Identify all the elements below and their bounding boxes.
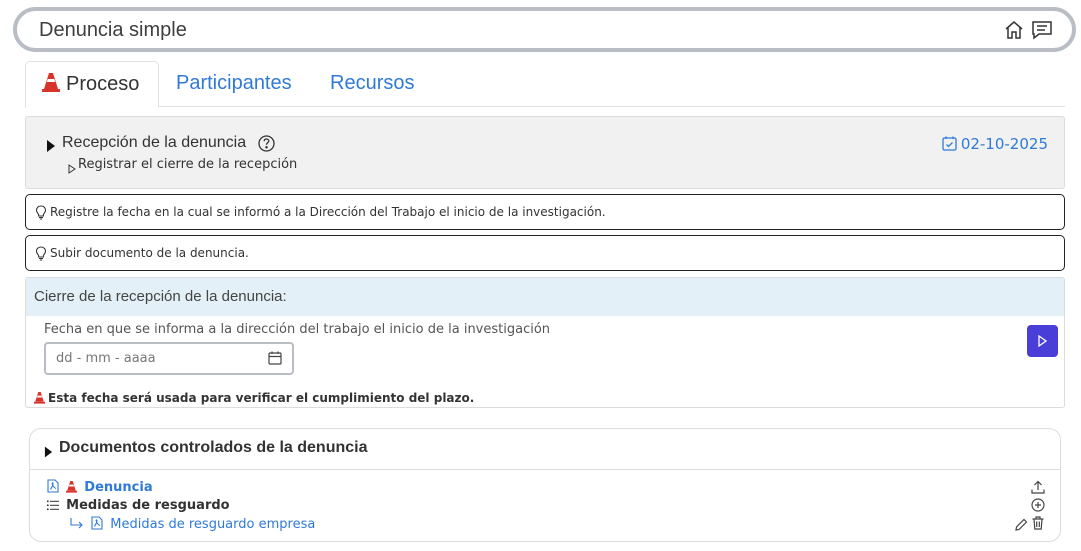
tab-participantes[interactable]: Participantes <box>176 61 292 107</box>
hint-text: Subir documento de la denuncia. <box>50 246 249 260</box>
date-input-placeholder: dd - mm - aaaa <box>56 351 156 366</box>
closure-card: Cierre de la recepción de la denuncia: F… <box>25 277 1065 408</box>
cone-icon <box>42 64 60 108</box>
deadline-note-text: Esta fecha será usada para verificar el … <box>48 391 475 405</box>
step-date: 02-10-2025 <box>942 135 1048 153</box>
calendar-icon[interactable] <box>268 350 282 369</box>
caret-right-icon[interactable] <box>46 137 56 156</box>
hint-box: Subir documento de la denuncia. <box>25 235 1065 271</box>
tab-proceso[interactable]: Proceso <box>25 61 159 108</box>
hint-box: Registre la fecha en la cual se informó … <box>25 194 1065 230</box>
tab-proceso-label: Proceso <box>66 73 140 95</box>
help-icon[interactable] <box>258 135 275 156</box>
document-link-denuncia[interactable]: Denuncia <box>84 480 152 495</box>
lightbulb-icon <box>35 205 47 224</box>
step-panel: Recepción de la denuncia Registrar el ci… <box>25 116 1065 189</box>
documents-header[interactable]: Documentos controlados de la denuncia <box>30 429 1060 470</box>
calendar-check-icon <box>942 136 957 151</box>
upload-icon[interactable] <box>1031 479 1045 498</box>
lightbulb-icon <box>35 246 47 265</box>
tab-bar: Proceso Participantes Recursos <box>25 61 1065 108</box>
step-date-value: 02-10-2025 <box>960 135 1048 153</box>
chat-icon[interactable] <box>1031 19 1053 41</box>
date-input[interactable]: dd - mm - aaaa <box>44 342 294 375</box>
page-title: Denuncia simple <box>39 19 187 41</box>
cone-icon <box>34 392 45 404</box>
step-title: Recepción de la denuncia <box>62 134 247 151</box>
list-item: Denuncia <box>47 479 153 497</box>
caret-right-icon <box>44 443 53 462</box>
sub-arrow-icon <box>70 518 84 534</box>
list-icon <box>47 500 59 515</box>
trash-icon[interactable] <box>1032 515 1044 534</box>
cone-icon <box>66 480 78 497</box>
hint-text: Registre la fecha en la cual se informó … <box>50 205 606 219</box>
title-bar: Denuncia simple <box>13 7 1076 52</box>
submit-date-button[interactable] <box>1027 325 1058 357</box>
documents-panel: Documentos controlados de la denuncia De… <box>29 428 1061 542</box>
document-link-medidas-empresa[interactable]: Medidas de resguardo empresa <box>110 517 315 532</box>
add-circle-icon[interactable] <box>1031 497 1045 516</box>
caret-right-outline-icon <box>68 159 76 178</box>
closure-title: Cierre de la recepción de la denuncia: <box>26 278 1064 316</box>
list-item: Medidas de resguardo <box>47 498 230 515</box>
edit-pencil-icon[interactable] <box>1015 516 1028 535</box>
date-field-label: Fecha en que se informa a la dirección d… <box>44 322 551 337</box>
home-icon[interactable] <box>1003 19 1025 41</box>
pdf-file-icon <box>47 479 59 497</box>
pdf-file-icon <box>91 516 103 534</box>
documents-title: Documentos controlados de la denuncia <box>59 439 368 456</box>
list-item: Medidas de resguardo empresa <box>70 516 315 534</box>
deadline-note: Esta fecha será usada para verificar el … <box>34 391 474 405</box>
tab-recursos[interactable]: Recursos <box>330 61 414 107</box>
document-group-label: Medidas de resguardo <box>66 498 230 513</box>
register-closure-link[interactable]: Registrar el cierre de la recepción <box>78 157 297 172</box>
